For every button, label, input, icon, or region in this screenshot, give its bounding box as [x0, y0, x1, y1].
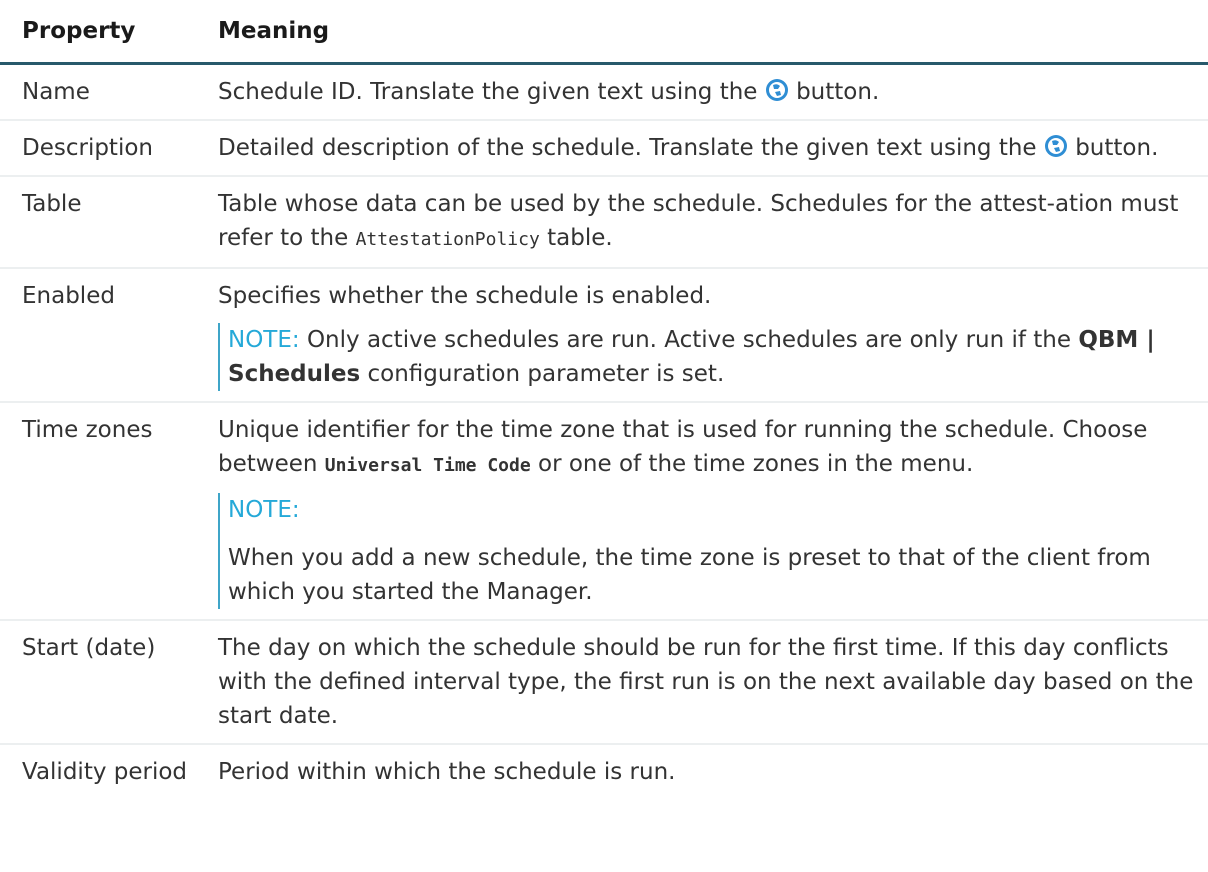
meaning-text: Period within which the schedule is run.	[218, 759, 676, 785]
note-text: When you add a new schedule, the time zo…	[228, 545, 1151, 605]
property-validity-period: Validity period	[22, 759, 188, 785]
header-meaning: Meaning	[218, 0, 1208, 65]
property-table: Table	[0, 176, 218, 269]
meaning-cell: Schedule ID. Translate the given text us…	[218, 63, 1208, 121]
row-start-date: Start (date) The day on which the schedu…	[0, 620, 1208, 745]
meaning-text: Schedule ID. Translate the given text us…	[218, 79, 758, 105]
note-box: NOTE: Only active schedules are run. Act…	[218, 323, 1208, 391]
meaning-cell: Table whose data can be used by the sche…	[218, 176, 1208, 269]
row-enabled: Enabled Specifies whether the schedule i…	[0, 268, 1208, 403]
header-row: Property Meaning	[0, 0, 1208, 65]
meaning-cell: Detailed description of the schedule. Tr…	[218, 120, 1208, 177]
meaning-cell: Unique identifier for the time zone that…	[218, 402, 1208, 621]
property-enabled: Enabled	[0, 268, 218, 403]
row-validity-period: Validity period Period within which the …	[0, 744, 1208, 799]
meaning-text-2: or one of the time zones in the menu.	[538, 451, 974, 477]
note-text: Only active schedules are run. Active sc…	[306, 327, 1072, 353]
row-table: Table Table whose data can be used by th…	[0, 176, 1208, 269]
note-box: NOTE: When you add a new schedule, the t…	[218, 493, 1208, 609]
translate-globe-icon	[765, 78, 789, 102]
property-time-zones: Time zones	[0, 402, 218, 621]
property-start-date: Start (date)	[0, 620, 218, 745]
meaning-cell: Specifies whether the schedule is enable…	[218, 268, 1208, 403]
meaning-text-2: button.	[1075, 135, 1159, 161]
row-description: Description Detailed description of the …	[0, 120, 1208, 177]
properties-table: Property Meaning Name Schedule ID. Trans…	[0, 0, 1208, 799]
code-universal-time-code: Universal Time Code	[324, 455, 531, 476]
header-property: Property	[0, 0, 218, 65]
note-text-2: configuration parameter is set.	[367, 361, 725, 387]
row-name: Name Schedule ID. Translate the given te…	[0, 63, 1208, 121]
row-time-zones: Time zones Unique identifier for the tim…	[0, 402, 1208, 621]
code-attestation-policy: AttestationPolicy	[355, 229, 540, 250]
meaning-text: The day on which the schedule should be …	[218, 635, 1194, 729]
meaning-text-2: table.	[547, 225, 613, 251]
note-label: NOTE:	[228, 497, 300, 523]
meaning-text: Detailed description of the schedule. Tr…	[218, 135, 1037, 161]
meaning-text-2: button.	[796, 79, 880, 105]
meaning-text: Specifies whether the schedule is enable…	[218, 283, 712, 309]
meaning-cell: The day on which the schedule should be …	[218, 620, 1208, 745]
translate-globe-icon	[1044, 134, 1068, 158]
property-name: Name	[0, 63, 218, 121]
note-label: NOTE:	[228, 327, 300, 353]
property-description: Description	[0, 120, 218, 177]
meaning-cell: Period within which the schedule is run.	[218, 744, 1208, 799]
